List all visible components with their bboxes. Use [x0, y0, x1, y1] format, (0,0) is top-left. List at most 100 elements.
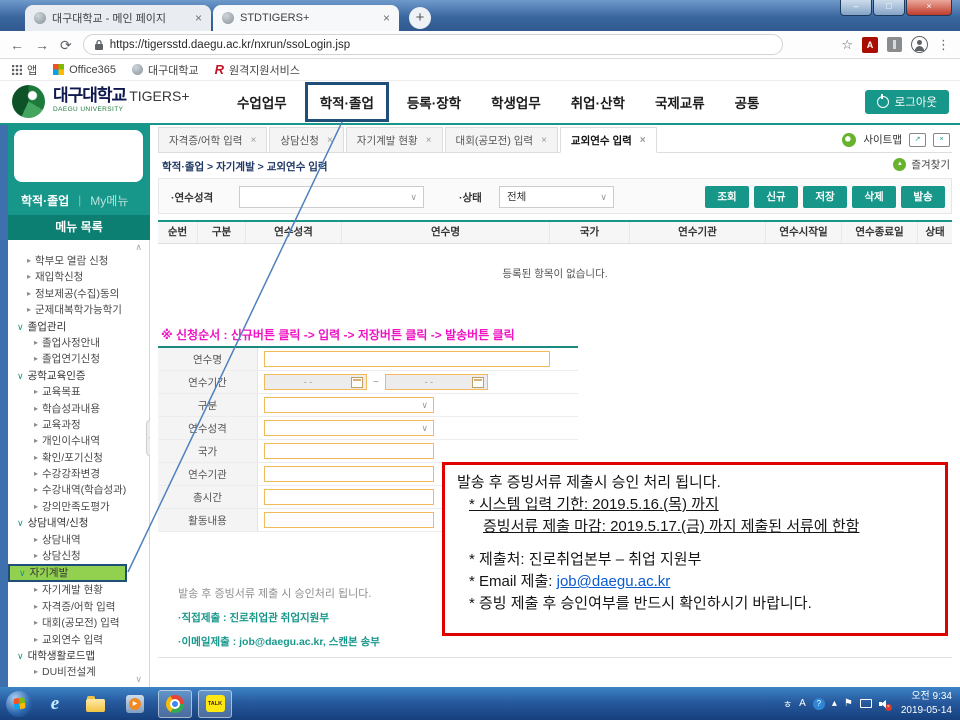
collapse-up-icon[interactable]: ∧	[135, 242, 142, 253]
bookmark-remote-support[interactable]: R 원격지원서비스	[215, 62, 300, 78]
taskbar-explorer[interactable]	[78, 690, 112, 718]
sidebar-item[interactable]: ▸졸업사정안내	[8, 335, 149, 351]
browser-tab-2[interactable]: STDTIGERS+ ×	[213, 5, 399, 31]
university-logo[interactable]	[12, 85, 45, 118]
sidebar-item[interactable]: ▸수강내역(학습성과)	[8, 482, 149, 498]
reload-icon[interactable]: ⟳	[60, 38, 72, 52]
nav-common[interactable]: 공통	[720, 82, 775, 122]
bookmark-star-icon[interactable]: ☆	[841, 37, 853, 53]
bookmark-daegu-univ[interactable]: 대구대학교	[132, 62, 199, 78]
taskbar-media-player[interactable]	[118, 690, 152, 718]
send-button[interactable]: 발송	[901, 186, 945, 208]
sidebar-tab-records[interactable]: 학적·졸업	[21, 192, 69, 209]
favorites-area[interactable]: ▲ 즐겨찾기	[893, 157, 950, 172]
sidebar-tab-mymenu[interactable]: My메뉴	[90, 192, 128, 209]
institution-input[interactable]	[264, 466, 434, 482]
training-name-input[interactable]	[264, 351, 550, 367]
close-icon[interactable]: ×	[640, 135, 646, 146]
sidebar-item[interactable]: ▸교육목표	[8, 384, 149, 400]
close-all-windows-icon[interactable]: ×	[933, 133, 950, 147]
sitemap-link[interactable]: 사이트맵	[863, 132, 902, 147]
calendar-icon[interactable]	[472, 377, 484, 388]
worktab-contest-entry[interactable]: 대회(공모전) 입력×	[445, 127, 558, 153]
logout-button[interactable]: 로그아웃	[865, 90, 949, 114]
sidebar-item[interactable]: ▸개인이수내역	[8, 433, 149, 449]
tab-close-icon[interactable]: ×	[383, 11, 390, 25]
new-button[interactable]: 신규	[754, 186, 798, 208]
sidebar-item[interactable]: ▸정보제공(수집)동의	[8, 286, 149, 302]
scroll-down-icon[interactable]: ∨	[135, 674, 142, 685]
sidebar-group[interactable]: ∨상담내역/신청	[8, 515, 149, 531]
save-button[interactable]: 저장	[803, 186, 847, 208]
sidebar-item[interactable]: ▸대회(공모전) 입력	[8, 615, 149, 631]
worktab-certificates[interactable]: 자격증/어학 입력×	[158, 127, 267, 153]
nav-international[interactable]: 국제교류	[640, 82, 720, 122]
logo-text[interactable]: 대구대학교TIGERS+ DAEGU UNIVERSITY	[53, 87, 190, 114]
sidebar-item[interactable]: ▸상담신청	[8, 548, 149, 564]
sidebar-item[interactable]: ▸확인/포기신청	[8, 450, 149, 466]
action-center-flag-icon[interactable]: ⚑	[844, 698, 853, 709]
category-select[interactable]: ∨	[264, 397, 434, 413]
close-icon[interactable]: ×	[426, 135, 432, 146]
maximize-button[interactable]: □	[873, 0, 905, 16]
close-icon[interactable]: ×	[541, 135, 547, 146]
sidebar-group[interactable]: ∨졸업관리	[8, 319, 149, 335]
worktab-external-training-active[interactable]: 교외연수 입력×	[560, 127, 657, 153]
training-type-select[interactable]: ∨	[239, 186, 424, 208]
nav-records-graduation[interactable]: 학적·졸업	[305, 82, 389, 122]
total-hours-input[interactable]	[264, 489, 434, 505]
taskbar-kakaotalk[interactable]: TALK	[198, 690, 232, 718]
network-display-icon[interactable]	[860, 699, 872, 708]
nav-employment[interactable]: 취업·산학	[556, 82, 640, 122]
open-window-icon[interactable]: ↗	[909, 133, 926, 147]
browser-tab-1[interactable]: 대구대학교 - 메인 페이지 ×	[25, 5, 211, 31]
training-type-form-select[interactable]: ∨	[264, 420, 434, 436]
status-select[interactable]: 전체∨	[499, 186, 614, 208]
sidebar-group-self-development-highlighted[interactable]: ∨자기계발	[8, 564, 127, 582]
worktab-self-dev-status[interactable]: 자기계발 현황×	[346, 127, 443, 153]
sidebar-item[interactable]: ▸재입학신청	[8, 269, 149, 285]
taskbar-ie[interactable]: e	[38, 690, 72, 718]
worktab-counseling[interactable]: 상담신청×	[269, 127, 343, 153]
close-icon[interactable]: ×	[327, 135, 333, 146]
new-tab-button[interactable]: +	[409, 7, 431, 29]
extension-icon[interactable]	[887, 37, 902, 52]
bookmark-apps[interactable]: 앱	[12, 62, 37, 78]
sidebar-item[interactable]: ▸자기계발 현황	[8, 582, 149, 598]
start-date-input[interactable]: - -	[264, 374, 367, 390]
sidebar-item[interactable]: ▸군제대복학가능학기	[8, 302, 149, 318]
address-bar[interactable]: https://tigersstd.daegu.ac.kr/nxrun/ssoL…	[83, 34, 783, 55]
sidebar-item[interactable]: ▸교외연수 입력	[8, 632, 149, 648]
sidebar-group[interactable]: ∨대학생활로드맵	[8, 648, 149, 664]
back-icon[interactable]: ←	[10, 38, 24, 52]
sidebar-group[interactable]: ∨공학교육인증	[8, 368, 149, 384]
search-button[interactable]: 조회	[705, 186, 749, 208]
bookmark-office365[interactable]: Office365	[53, 64, 116, 76]
delete-button[interactable]: 삭제	[852, 186, 896, 208]
sidebar-item[interactable]: ▸상담내역	[8, 532, 149, 548]
ime-korean-indicator[interactable]: ㅎ	[783, 696, 792, 711]
minimize-button[interactable]: –	[840, 0, 872, 16]
sidebar-item[interactable]: ▸학습성과내용	[8, 401, 149, 417]
activity-input[interactable]	[264, 512, 434, 528]
sidebar-item[interactable]: ▸자격증/어학 입력	[8, 599, 149, 615]
sidebar-item[interactable]: ▸강의만족도평가	[8, 499, 149, 515]
ime-lang-indicator[interactable]: A	[799, 698, 806, 709]
sidebar-item[interactable]: ▸졸업연기신청	[8, 351, 149, 367]
sidebar-item[interactable]: ▸학부모 열람 신청	[8, 253, 149, 269]
sidebar-item[interactable]: ▸DU비전설계	[8, 664, 149, 680]
tray-expand-icon[interactable]: ▴	[832, 698, 837, 709]
taskbar-chrome-active[interactable]	[158, 690, 192, 718]
speaker-muted-icon[interactable]: ×	[879, 698, 891, 709]
calendar-icon[interactable]	[351, 377, 363, 388]
email-link[interactable]: job@daegu.ac.kr	[557, 573, 671, 590]
sidebar-item[interactable]: ▸수강강좌변경	[8, 466, 149, 482]
forward-icon[interactable]: →	[35, 38, 49, 52]
nav-student-affairs[interactable]: 학생업무	[476, 82, 556, 122]
country-input[interactable]	[264, 443, 434, 459]
end-date-input[interactable]: - -	[385, 374, 488, 390]
adobe-extension-icon[interactable]	[862, 37, 878, 53]
profile-avatar-icon[interactable]	[911, 36, 928, 53]
sidebar-item[interactable]: ▸교육과정	[8, 417, 149, 433]
tab-close-icon[interactable]: ×	[195, 11, 202, 25]
